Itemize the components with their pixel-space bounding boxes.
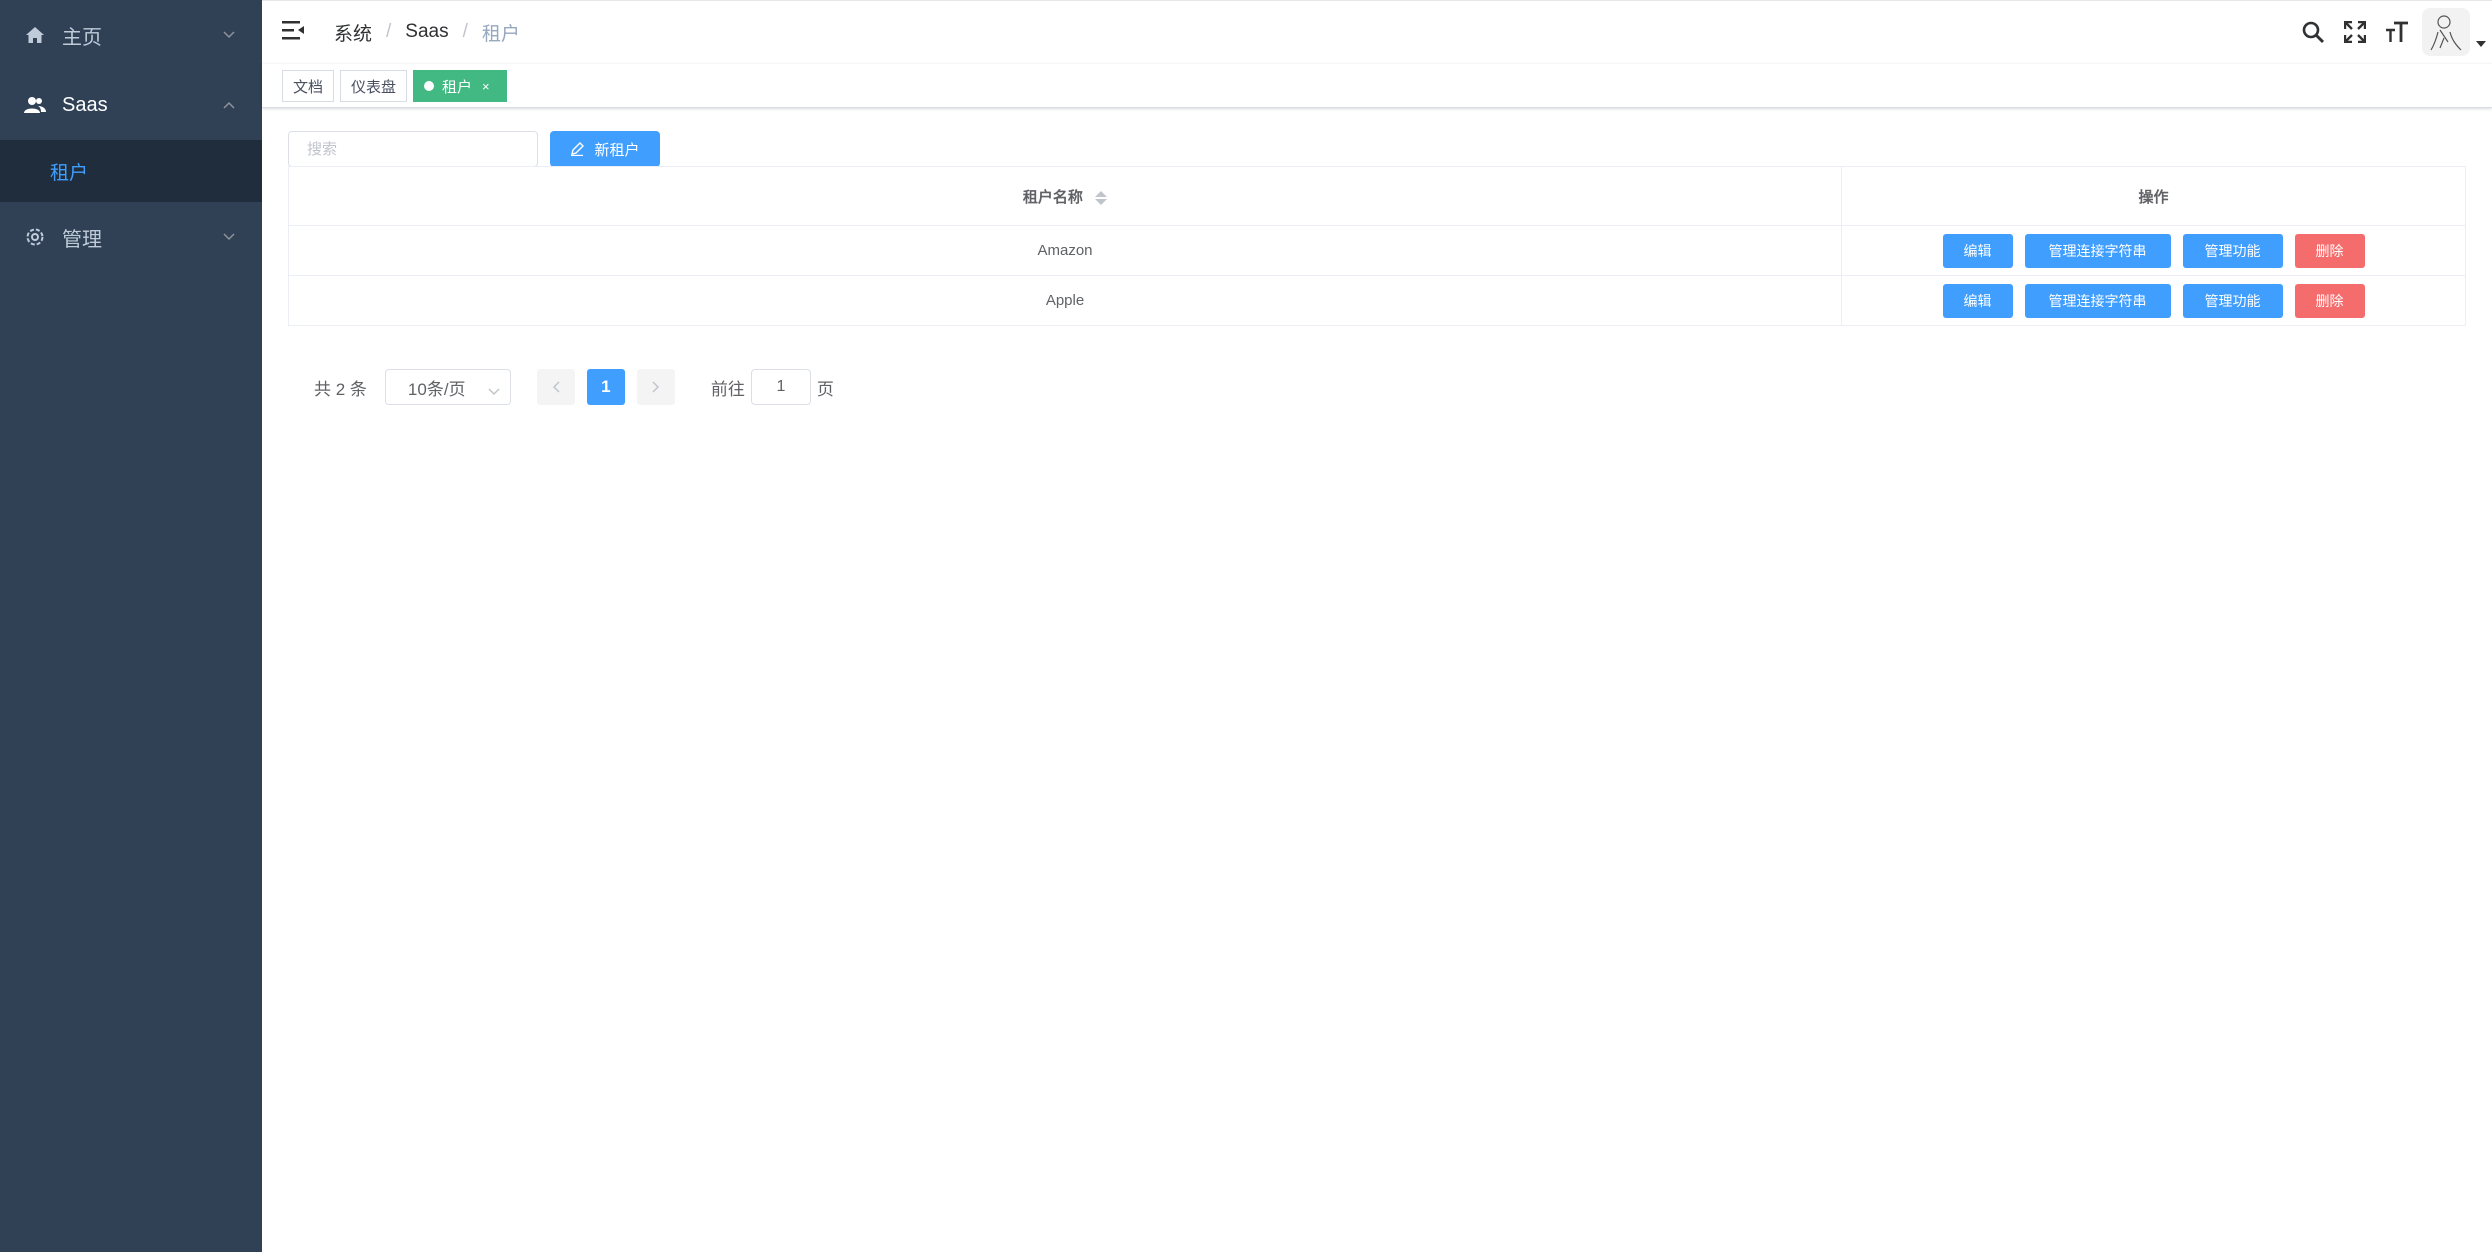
- page-jumper: 前往 页: [711, 369, 834, 405]
- column-header-label: 操作: [2138, 188, 2169, 206]
- edit-button[interactable]: 编辑: [1942, 283, 2013, 318]
- breadcrumb-current: 租户: [481, 23, 520, 45]
- sidebar: 主页 Saas 租户 管理: [0, 0, 262, 1252]
- page-size-select[interactable]: 10条/页: [384, 369, 511, 405]
- manage-features-button[interactable]: 管理功能: [2182, 283, 2283, 318]
- page-number-button[interactable]: 1: [586, 369, 625, 405]
- edit-icon: [570, 142, 585, 156]
- page-size-value: 10条/页: [407, 379, 466, 399]
- next-page-button[interactable]: [636, 369, 675, 405]
- tag-docs[interactable]: 文档: [282, 70, 335, 102]
- delete-button[interactable]: 删除: [2294, 233, 2365, 268]
- breadcrumb-separator: /: [462, 21, 468, 42]
- right-menu: [2292, 1, 2492, 63]
- goto-suffix: 页: [816, 379, 834, 399]
- caret-down-icon[interactable]: [2470, 11, 2492, 53]
- chevron-up-icon: [222, 98, 236, 112]
- table-row: Amazon 编辑 管理连接字符串 管理功能 删除: [288, 225, 2466, 276]
- tag-dashboard[interactable]: 仪表盘: [340, 70, 408, 102]
- navbar: 系统 / Saas / 租户: [262, 0, 2492, 64]
- font-size-icon[interactable]: [2376, 11, 2418, 53]
- pagination: 共 2 条 10条/页 1 前往 页: [314, 369, 834, 405]
- sidebar-item-home[interactable]: 主页: [0, 0, 262, 70]
- users-icon: [24, 94, 46, 116]
- table-header-row: 租户名称 操作: [288, 166, 2466, 226]
- tags-view: 文档 仪表盘 租户 ×: [262, 64, 2492, 108]
- active-dot-icon: [424, 81, 434, 91]
- close-icon[interactable]: ×: [482, 79, 490, 94]
- goto-page-input[interactable]: [750, 369, 811, 405]
- sidebar-item-label: Saas: [62, 93, 108, 116]
- sidebar-item-manage[interactable]: 管理: [0, 202, 262, 272]
- breadcrumb-item[interactable]: Saas: [405, 21, 448, 43]
- manage-connection-strings-button[interactable]: 管理连接字符串: [2024, 283, 2171, 318]
- breadcrumb-item[interactable]: 系统: [334, 19, 372, 46]
- column-header-label: 租户名称: [1022, 188, 1083, 206]
- manage-connection-strings-button[interactable]: 管理连接字符串: [2024, 233, 2171, 268]
- fullscreen-icon[interactable]: [2334, 11, 2376, 53]
- chevron-down-icon: [488, 381, 500, 401]
- home-icon: [24, 24, 46, 46]
- actions-cell: 编辑 管理连接字符串 管理功能 删除: [1841, 225, 2466, 276]
- chevron-down-icon: [222, 230, 236, 244]
- button-label: 新租户: [594, 141, 640, 159]
- edit-button[interactable]: 编辑: [1942, 233, 2013, 268]
- tag-label: 文档: [293, 78, 324, 96]
- sidebar-item-tenant[interactable]: 租户: [0, 140, 262, 202]
- pagination-total: 共 2 条: [314, 379, 367, 399]
- search-icon[interactable]: [2292, 11, 2334, 53]
- avatar[interactable]: [2422, 8, 2470, 56]
- prev-page-button[interactable]: [536, 369, 575, 405]
- new-tenant-button[interactable]: 新租户: [550, 131, 660, 167]
- column-header-name[interactable]: 租户名称: [288, 166, 1842, 226]
- sidebar-item-label: 管理: [62, 228, 102, 251]
- breadcrumb: 系统 / Saas / 租户: [334, 1, 520, 63]
- sidebar-item-label: 租户: [50, 162, 89, 184]
- tag-label: 仪表盘: [351, 78, 397, 96]
- delete-button[interactable]: 删除: [2294, 283, 2365, 318]
- sort-icon[interactable]: [1095, 190, 1108, 205]
- tenant-name-cell: Apple: [288, 275, 1842, 326]
- hamburger-icon[interactable]: [282, 19, 308, 45]
- search-input[interactable]: [288, 131, 538, 167]
- goto-prefix: 前往: [710, 379, 745, 399]
- tenant-table: 租户名称 操作 Amazon 编辑 管理连接字符串 管理功能 删除 Apple: [288, 166, 2466, 326]
- manage-features-button[interactable]: 管理功能: [2182, 233, 2283, 268]
- tenant-name-cell: Amazon: [288, 225, 1842, 276]
- gear-icon: [24, 226, 46, 248]
- sidebar-item-saas[interactable]: Saas: [0, 70, 262, 140]
- chevron-down-icon: [222, 28, 236, 42]
- tag-label: 租户: [442, 78, 473, 96]
- tag-tenant[interactable]: 租户 ×: [413, 70, 507, 102]
- sidebar-item-label: 主页: [62, 26, 102, 49]
- actions-cell: 编辑 管理连接字符串 管理功能 删除: [1841, 275, 2466, 326]
- column-header-actions: 操作: [1841, 166, 2466, 226]
- breadcrumb-separator: /: [386, 21, 392, 42]
- table-row: Apple 编辑 管理连接字符串 管理功能 删除: [288, 275, 2466, 326]
